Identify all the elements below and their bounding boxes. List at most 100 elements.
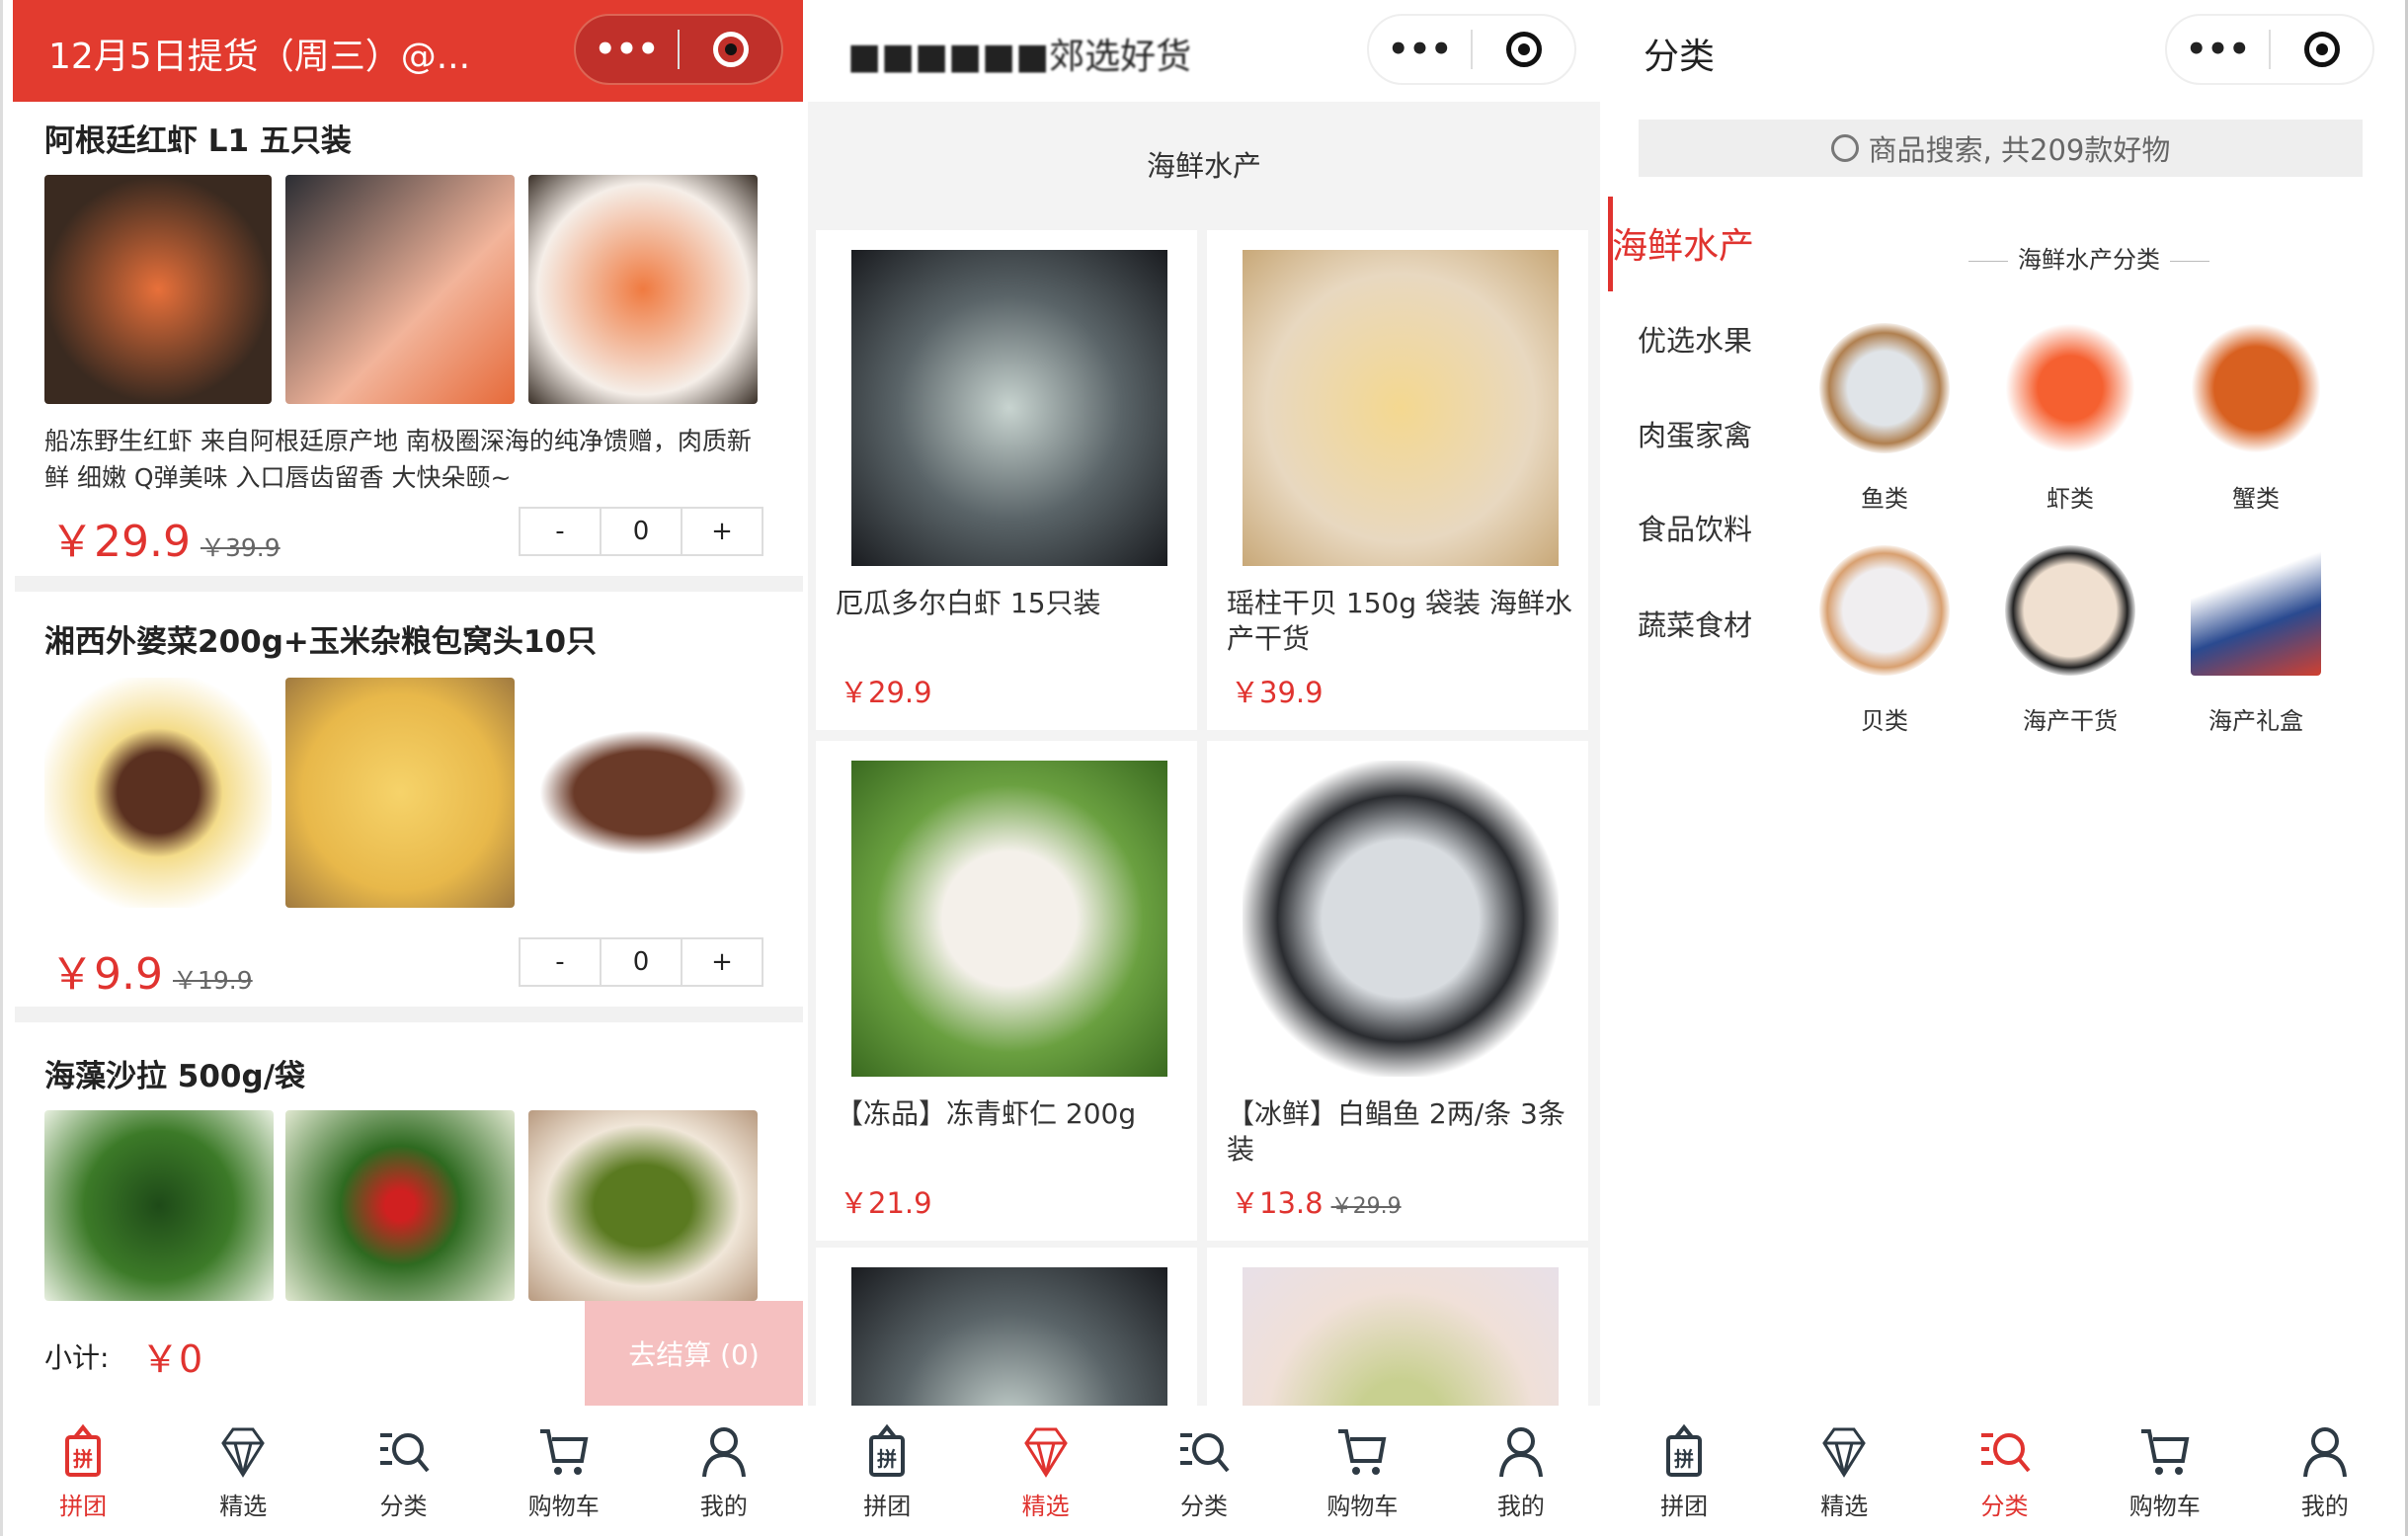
subcategory-image: [2005, 545, 2135, 676]
target-icon: [712, 32, 749, 67]
panel-group-buy: 12月5日提货（周三）@... ••• 阿根廷红虾 L1 五只装 船冻野生红虾 …: [0, 0, 804, 1536]
product-image[interactable]: [44, 175, 272, 404]
category-nav-item[interactable]: 海鲜水产: [1612, 217, 1754, 269]
subcategory-item[interactable]: 贝类: [1806, 545, 1964, 736]
diamond-icon: [221, 1427, 266, 1478]
quantity-stepper: -0 +: [519, 507, 763, 556]
product-card[interactable]: 瑶柱干贝 150g 袋装 海鲜水产干货 ￥39.9: [1207, 230, 1588, 730]
product-card[interactable]: [1207, 1248, 1588, 1536]
tab-diamond[interactable]: 精选: [163, 1406, 323, 1536]
product-name: 厄瓜多尔白虾 15只装: [836, 587, 1101, 619]
more-button[interactable]: •••: [2167, 16, 2269, 83]
tab-cart[interactable]: 购物车: [484, 1406, 644, 1536]
product-title[interactable]: 阿根廷红虾 L1 五只装: [44, 116, 352, 160]
tab-user[interactable]: 我的: [2245, 1406, 2405, 1536]
category-nav-item[interactable]: 优选水果: [1638, 318, 1752, 360]
product-price: ￥13.8 ￥29.9: [1231, 1180, 1402, 1222]
subcategory-item[interactable]: 海产干货: [1991, 545, 2149, 736]
product-name: 【冰鲜】白鲳鱼 2两/条 3条装: [1227, 1097, 1565, 1166]
product-image[interactable]: [44, 1110, 274, 1301]
category-nav-item[interactable]: 肉蛋家禽: [1638, 413, 1752, 454]
category-nav-item[interactable]: 蔬菜食材: [1638, 603, 1752, 644]
page-title: ■■■■■■郊选好货: [847, 37, 1192, 77]
header-bar: 12月5日提货（周三）@... •••: [13, 0, 803, 102]
cart-icon: [2140, 1429, 2190, 1475]
search-placeholder: 商品搜索, 共209款好物: [1868, 133, 2171, 167]
product-card[interactable]: 【冰鲜】白鲳鱼 2两/条 3条装 ￥13.8 ￥29.9: [1207, 741, 1588, 1241]
product-image[interactable]: [528, 175, 758, 404]
page-title: 12月5日提货（周三）@...: [48, 37, 471, 77]
tab-cart[interactable]: 购物车: [1283, 1406, 1441, 1536]
close-button[interactable]: [2271, 16, 2372, 83]
checkout-button[interactable]: 去结算 (0): [585, 1301, 803, 1406]
category-nav-item[interactable]: 食品饮料: [1638, 507, 1752, 548]
tab-group-buy[interactable]: 拼拼团: [3, 1406, 163, 1536]
product-image[interactable]: [1243, 250, 1559, 566]
user-icon: [701, 1427, 746, 1478]
cart-icon: [1338, 1429, 1387, 1475]
product-image[interactable]: [851, 250, 1167, 566]
tab-label: 拼团: [59, 1493, 108, 1520]
product-image[interactable]: [1243, 761, 1559, 1077]
product-title[interactable]: 海藻沙拉 500g/袋: [44, 1051, 305, 1095]
tab-label: 精选: [1021, 1493, 1070, 1520]
divider: [15, 576, 803, 592]
original-price: ￥39.9: [200, 533, 281, 562]
decrement-button[interactable]: -: [521, 509, 602, 554]
increment-button[interactable]: +: [682, 509, 762, 554]
product-image[interactable]: [285, 1110, 515, 1301]
divider: [15, 1007, 803, 1022]
tab-label: 购物车: [527, 1493, 600, 1520]
subtotal-value: ￥0: [141, 1337, 203, 1381]
tab-group-buy[interactable]: 拼拼团: [1604, 1406, 1764, 1536]
page-title: 分类: [1644, 37, 1716, 77]
tab-label: 分类: [1180, 1493, 1229, 1520]
product-card[interactable]: 【冻品】冻青虾仁 200g ￥21.9: [816, 741, 1197, 1241]
tab-user[interactable]: 我的: [1442, 1406, 1600, 1536]
more-button[interactable]: •••: [576, 16, 678, 83]
product-image[interactable]: [285, 175, 515, 404]
tab-user[interactable]: 我的: [644, 1406, 804, 1536]
subcategory-item[interactable]: 虾类: [1991, 323, 2149, 514]
tab-category-search[interactable]: 分类: [1924, 1406, 2084, 1536]
tab-group-buy[interactable]: 拼拼团: [808, 1406, 966, 1536]
quantity-value[interactable]: 0: [602, 509, 682, 554]
product-image[interactable]: [285, 678, 515, 908]
product-price: ￥39.9: [1231, 670, 1331, 711]
product-title[interactable]: 湘西外婆菜200g+玉米杂粮包窝头10只: [44, 616, 597, 661]
tab-label: 购物车: [1326, 1493, 1399, 1520]
decrement-button[interactable]: -: [521, 939, 602, 985]
product-image[interactable]: [851, 761, 1167, 1077]
more-button[interactable]: •••: [1369, 16, 1471, 83]
tab-diamond[interactable]: 精选: [1764, 1406, 1924, 1536]
increment-button[interactable]: +: [682, 939, 762, 985]
search-input[interactable]: 商品搜索, 共209款好物: [1639, 120, 2363, 177]
tab-category-search[interactable]: 分类: [1125, 1406, 1283, 1536]
product-image[interactable]: [528, 1110, 758, 1301]
tab-category-search[interactable]: 分类: [323, 1406, 483, 1536]
tab-bar: 拼拼团 精选 分类购物车 我的: [3, 1406, 804, 1536]
quantity-stepper: -0 +: [519, 937, 763, 987]
panel-featured: ■■■■■■郊选好货 ••• 海鲜水产 厄瓜多尔白虾 15只装 ￥29.9 瑶柱干贝…: [808, 0, 1600, 1536]
category-search-icon: [379, 1433, 430, 1473]
subcategory-item[interactable]: 蟹类: [2177, 323, 2335, 514]
price: ￥39.9: [1231, 676, 1324, 709]
search-icon: [1830, 134, 1859, 162]
subcategory-image: [1819, 545, 1950, 676]
product-card[interactable]: 厄瓜多尔白虾 15只装 ￥29.9: [816, 230, 1197, 730]
subcategory-item[interactable]: 海产礼盒: [2177, 545, 2335, 736]
tab-cart[interactable]: 购物车: [2085, 1406, 2245, 1536]
group-buy-icon: 拼: [869, 1423, 906, 1477]
close-button[interactable]: [680, 16, 781, 83]
product-image[interactable]: [528, 678, 758, 908]
subcategory-label: 鱼类: [1861, 485, 1908, 513]
product-card[interactable]: [816, 1248, 1197, 1536]
subcategory-item[interactable]: 鱼类: [1806, 323, 1964, 514]
category-search-icon: [1980, 1433, 2031, 1473]
quantity-value[interactable]: 0: [602, 939, 682, 985]
product-image[interactable]: [44, 678, 272, 908]
close-button[interactable]: [1473, 16, 1574, 83]
tab-diamond[interactable]: 精选: [966, 1406, 1124, 1536]
capsule-menu: •••: [2165, 14, 2374, 85]
tab-label: 购物车: [2128, 1493, 2201, 1520]
